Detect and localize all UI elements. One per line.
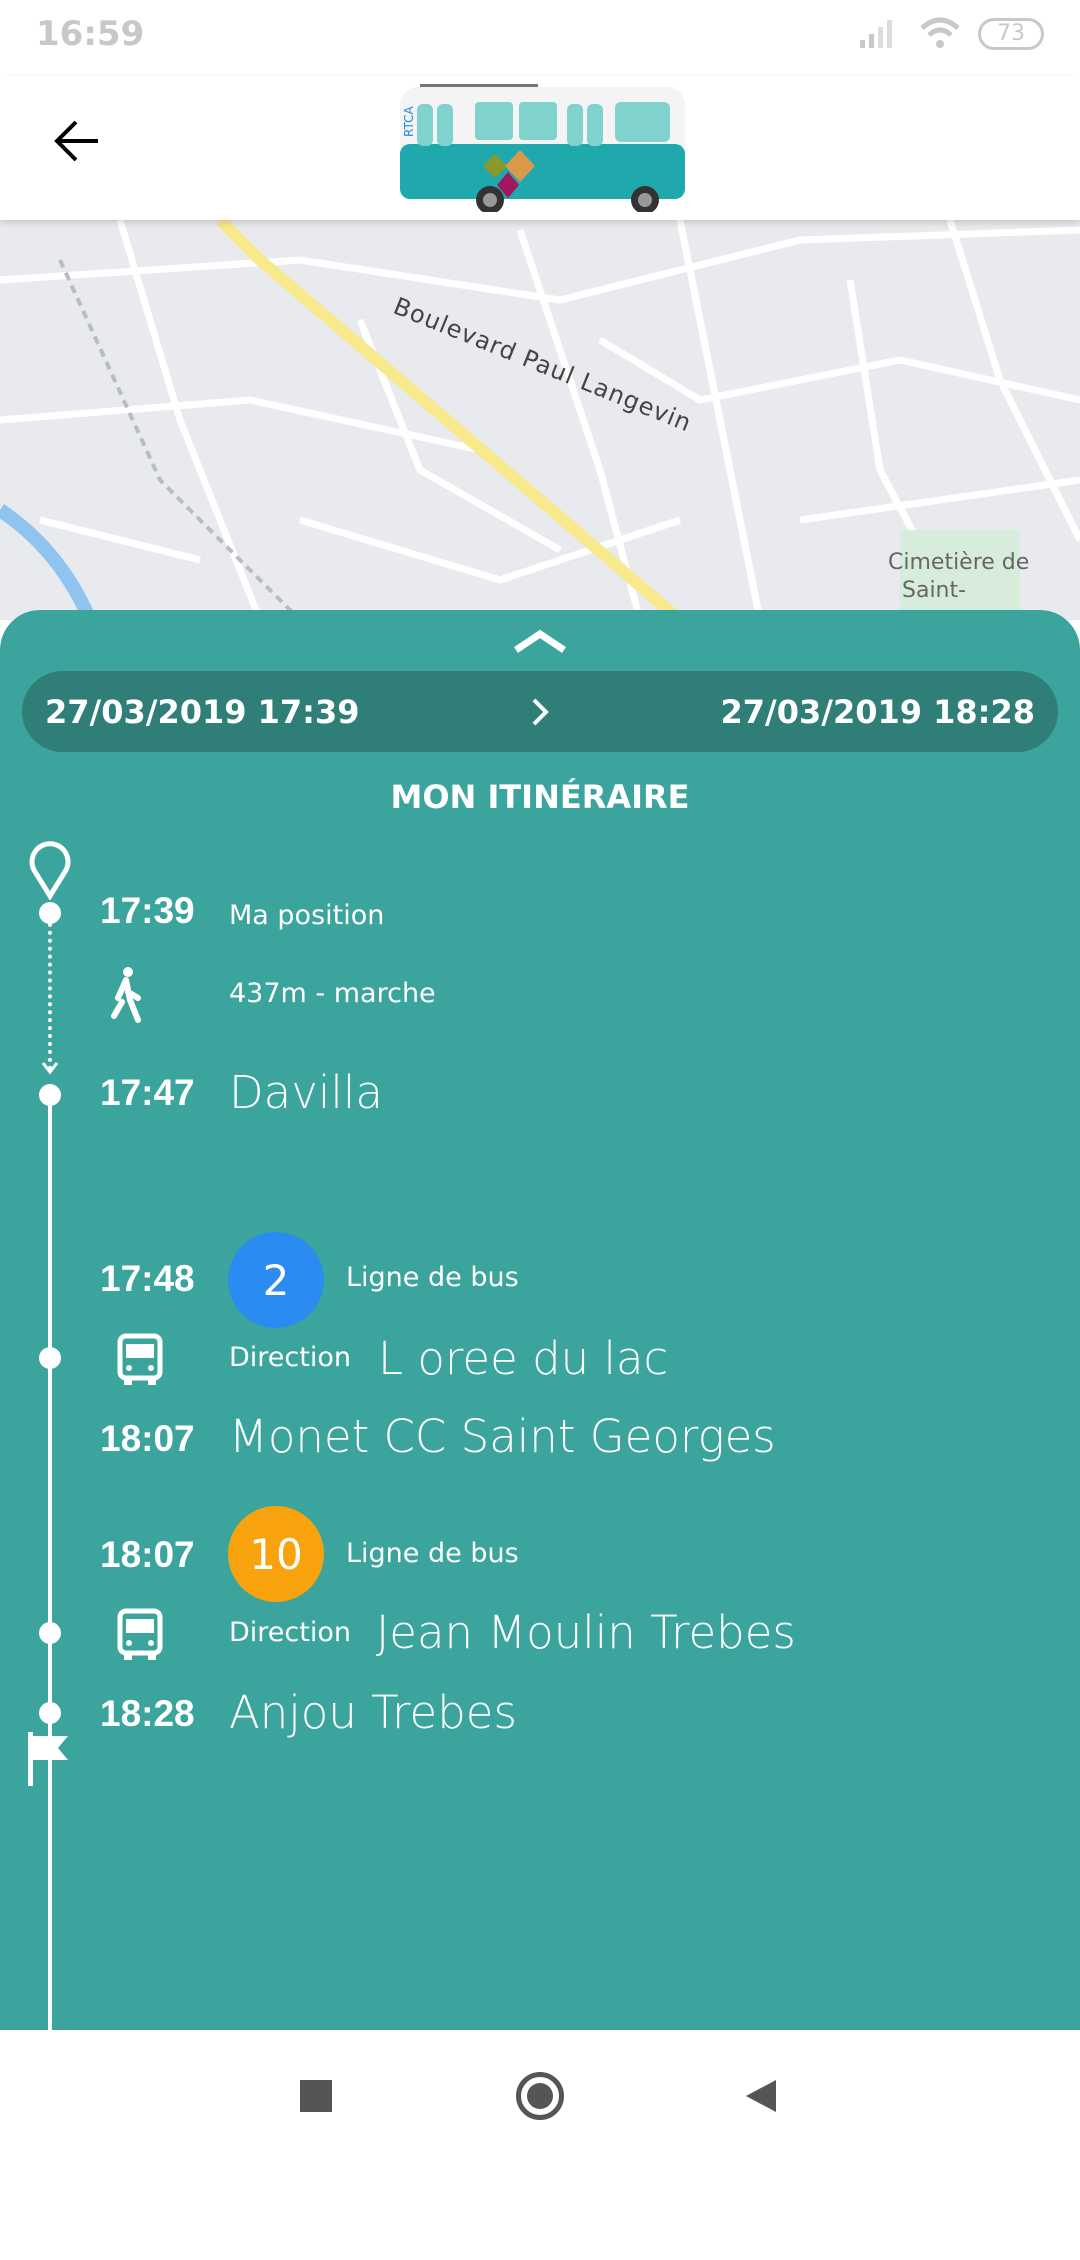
start-label: Ma position: [229, 900, 385, 931]
timeline-dot: [39, 1347, 61, 1369]
date-range-pill[interactable]: 27/03/2019 17:39 27/03/2019 18:28: [22, 671, 1058, 752]
map-view[interactable]: Boulevard Paul Langevin Cimetière de Sai…: [0, 220, 1080, 620]
section-title: MON ITINÉRAIRE: [390, 778, 690, 816]
bus-line-badge[interactable]: 10: [228, 1506, 324, 1602]
leg-end-stop: Monet CC Saint Georges: [229, 1410, 776, 1463]
chevron-right-icon: [532, 698, 549, 726]
bus-icon: [117, 1333, 163, 1385]
arrow-left-icon[interactable]: [52, 116, 102, 166]
walking-icon: [111, 967, 141, 1023]
timeline-dot: [39, 1622, 61, 1644]
bus-logo-text: RTCA: [402, 106, 416, 137]
arrow-down-icon: [41, 1062, 59, 1075]
leg-start-time: 18:07: [100, 1534, 195, 1575]
app-header: RTCA: [0, 76, 1080, 220]
back-button[interactable]: [742, 2078, 778, 2114]
direction-value: L oree du lac: [378, 1332, 669, 1385]
finish-flag-icon: [28, 1732, 68, 1786]
poi-label-2: Saint-: [902, 578, 967, 603]
timeline-dot: [39, 1702, 61, 1724]
signal-icon: [860, 20, 892, 48]
walk-distance: 437m - marche: [229, 978, 436, 1009]
walk-dotted-line: [48, 915, 52, 1070]
location-pin-icon: [29, 841, 71, 900]
poi-label: Cimetière de: [888, 550, 1030, 575]
direction-value: Jean Moulin Trebes: [376, 1606, 796, 1659]
bus-logo: RTCA: [400, 84, 685, 212]
recents-button[interactable]: [300, 2080, 332, 2112]
line-type: Ligne de bus: [346, 1538, 519, 1569]
timeline-dot: [39, 902, 61, 924]
walk-end-time: 17:47: [100, 1072, 195, 1113]
itinerary-panel: 27/03/2019 17:39 27/03/2019 18:28 MON IT…: [0, 610, 1080, 2260]
wifi-icon: [920, 17, 960, 48]
direction-label: Direction: [229, 1617, 351, 1648]
system-nav-bar: [0, 2030, 1080, 2160]
battery-indicator: 73: [978, 18, 1044, 50]
arrival-datetime: 27/03/2019 18:28: [720, 693, 1036, 731]
home-button[interactable]: [516, 2072, 564, 2120]
walk-end-stop: Davilla: [229, 1066, 383, 1119]
line-type: Ligne de bus: [346, 1262, 519, 1293]
departure-datetime: 27/03/2019 17:39: [45, 693, 360, 731]
status-bar: 16:59 73: [0, 0, 1080, 76]
timeline-dot: [39, 1084, 61, 1106]
leg-end-stop: Anjou Trebes: [229, 1686, 517, 1739]
leg-end-time: 18:07: [100, 1418, 195, 1459]
start-time: 17:39: [100, 890, 195, 931]
leg-start-time: 17:48: [100, 1258, 195, 1299]
bus-line-badge[interactable]: 2: [228, 1232, 324, 1328]
leg-end-time: 18:28: [100, 1693, 195, 1734]
direction-label: Direction: [229, 1342, 351, 1373]
bus-icon: [117, 1608, 163, 1660]
chevron-up-icon[interactable]: [512, 628, 568, 654]
status-time: 16:59: [36, 14, 145, 54]
transit-line: [48, 1100, 52, 2260]
